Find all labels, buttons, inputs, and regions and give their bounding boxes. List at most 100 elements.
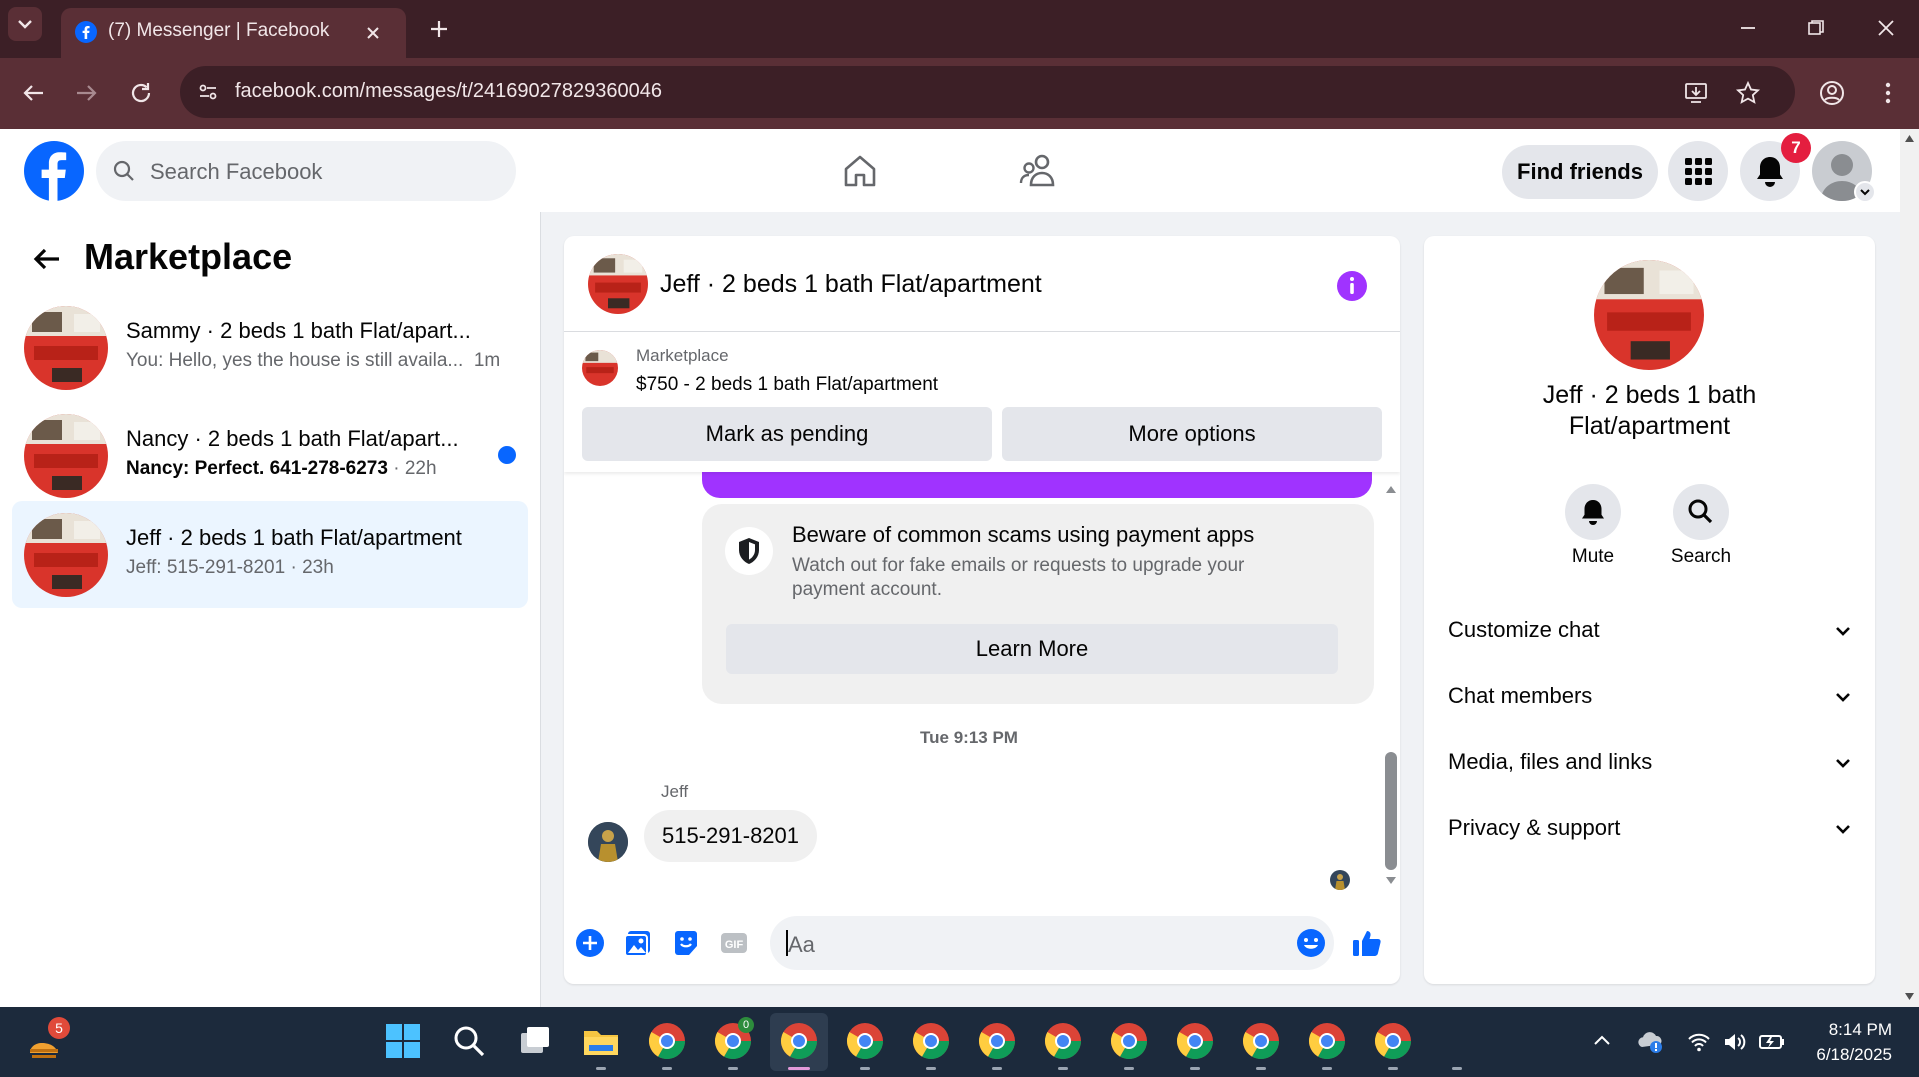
chevron-down-icon [1860,189,1870,196]
svg-text:GIF: GIF [725,939,744,951]
file-explorer-icon[interactable] [581,1021,621,1061]
volume-icon[interactable] [1722,1029,1748,1055]
privacy-support-section[interactable]: Privacy & support [1448,808,1852,848]
taskbar-date[interactable]: 6/18/2025 [1790,1045,1892,1065]
tab-search-button[interactable] [8,7,42,41]
more-options-button[interactable]: More options [1002,407,1382,461]
find-friends-button[interactable]: Find friends [1502,145,1658,199]
read-receipt-avatar [1330,870,1350,890]
media-files-links-section[interactable]: Media, files and links [1448,742,1852,782]
restore-icon[interactable] [1804,16,1828,40]
chrome-icon[interactable] [647,1021,687,1061]
windows-start-icon[interactable] [383,1021,423,1061]
chat-members-section[interactable]: Chat members [1448,676,1852,716]
taskbar-indicator [1190,1067,1200,1070]
chat-panel: Jeff · 2 beds 1 bath Flat/apartment Mark… [564,236,1400,984]
chrome-icon[interactable] [1241,1021,1281,1061]
conversation-item-nancy[interactable]: Nancy · 2 beds 1 bath Flat/apart... Nanc… [12,402,528,509]
page-scrollbar[interactable] [1900,129,1919,1007]
scroll-up-arrow-icon[interactable] [1384,482,1398,496]
taskbar-time[interactable]: 8:14 PM [1812,1020,1892,1040]
chrome-icon[interactable] [1373,1021,1413,1061]
show-hidden-icons-icon[interactable] [1590,1029,1614,1053]
facebook-logo-icon[interactable] [24,141,84,201]
info-avatar[interactable] [1594,260,1704,370]
section-label: Chat members [1448,683,1593,708]
back-arrow-icon[interactable] [30,242,64,276]
unread-dot [498,446,516,464]
task-view-icon[interactable] [515,1021,555,1061]
chat-title[interactable]: Jeff · 2 beds 1 bath Flat/apartment [660,270,1042,299]
close-window-icon[interactable] [1874,16,1898,40]
chrome-icon[interactable] [977,1021,1017,1061]
chevron-down-icon [1836,825,1850,834]
customize-chat-section[interactable]: Customize chat [1448,610,1852,650]
chrome-icon[interactable] [1175,1021,1215,1061]
facebook-favicon-icon [75,21,97,43]
listing-thumbnail[interactable] [582,350,618,386]
scroll-down-arrow-icon[interactable] [1384,874,1398,888]
message-input[interactable]: Aa [770,916,1334,970]
bell-icon [1582,500,1604,525]
chrome-icon[interactable] [1109,1021,1149,1061]
back-icon[interactable] [20,79,48,107]
mute-button[interactable] [1565,484,1621,540]
wifi-icon[interactable] [1686,1029,1712,1055]
listing-title[interactable]: $750 - 2 beds 1 bath Flat/apartment [636,374,938,396]
menu-dots-icon[interactable] [1874,79,1902,107]
incoming-message-bubble[interactable]: 515-291-8201 [644,810,818,862]
plus-circle-icon[interactable] [575,928,605,958]
chrome-icon[interactable] [1307,1021,1347,1061]
chat-scrollbar-thumb[interactable] [1385,752,1397,870]
emoji-icon[interactable] [1296,928,1326,958]
photo-icon[interactable] [623,928,653,958]
scroll-down-arrow-icon[interactable] [1904,991,1915,1002]
taskbar-indicator [860,1067,870,1070]
taskbar-indicator [662,1067,672,1070]
info-icon[interactable] [1336,270,1368,302]
install-app-icon[interactable] [1683,80,1709,106]
reload-icon[interactable] [127,79,155,107]
gif-icon[interactable]: GIF [719,928,749,958]
chat-avatar[interactable] [588,254,648,314]
sender-avatar[interactable] [588,822,628,862]
search-facebook-input[interactable]: Search Facebook [96,141,516,201]
bookmark-star-icon[interactable] [1735,80,1761,106]
forward-icon[interactable] [72,79,100,107]
conversation-item-sammy[interactable]: Sammy · 2 beds 1 bath Flat/apart... You:… [12,294,528,401]
onedrive-icon[interactable] [1636,1027,1666,1057]
chrome-icon[interactable] [1043,1021,1083,1061]
conversation-item-jeff[interactable]: Jeff · 2 beds 1 bath Flat/apartment Jeff… [12,501,528,608]
taskbar-indicator [1388,1067,1398,1070]
site-info-icon[interactable] [196,80,220,104]
learn-more-button[interactable]: Learn More [726,624,1338,674]
conversation-preview: Jeff: 515-291-8201 · 23h [126,557,334,578]
close-tab-icon[interactable] [361,21,385,45]
url-text: facebook.com/messages/t/2416902782936004… [235,80,662,102]
menu-button[interactable] [1668,141,1728,201]
chrome-icon[interactable] [779,1021,819,1061]
taskbar-indicator [1322,1067,1332,1070]
chat-header: Jeff · 2 beds 1 bath Flat/apartment [564,236,1400,332]
search-conversation-button[interactable] [1673,484,1729,540]
new-tab-icon[interactable] [426,16,452,42]
facebook-header: Search Facebook Find friends 7 [0,129,1900,212]
address-bar[interactable]: facebook.com/messages/t/2416902782936004… [180,66,1795,118]
scroll-up-arrow-icon[interactable] [1904,133,1915,144]
sticker-icon[interactable] [671,928,701,958]
chrome-icon[interactable] [845,1021,885,1061]
chevron-down-icon [1836,693,1850,702]
friends-icon[interactable] [1018,151,1058,191]
grid-menu-icon [1685,158,1712,185]
mark-as-pending-button[interactable]: Mark as pending [582,407,992,461]
minimize-icon[interactable] [1736,16,1760,40]
home-icon[interactable] [840,151,880,191]
search-icon[interactable] [449,1021,489,1061]
browser-tab-active[interactable]: (7) Messenger | Facebook [61,8,406,58]
account-chevron[interactable] [1854,181,1876,203]
profile-icon[interactable] [1818,79,1846,107]
chrome-icon[interactable] [911,1021,951,1061]
taskbar-indicator-active [788,1067,810,1070]
thumbs-up-icon[interactable] [1350,926,1384,960]
battery-icon[interactable] [1758,1029,1786,1055]
